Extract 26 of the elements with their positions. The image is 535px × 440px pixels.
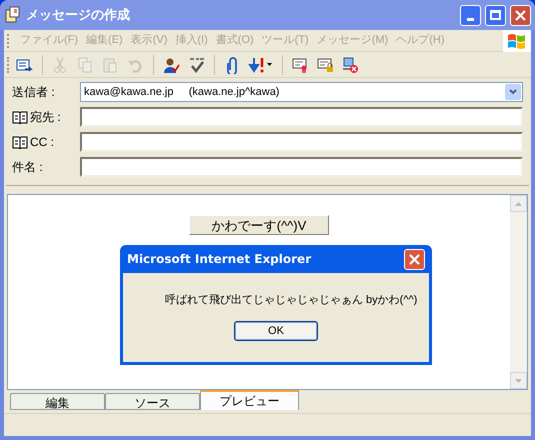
compose-icon bbox=[4, 6, 22, 24]
address-book-icon[interactable] bbox=[12, 110, 28, 124]
close-button[interactable] bbox=[510, 4, 531, 26]
field-label: 件名 : bbox=[12, 159, 43, 176]
input-field[interactable] bbox=[80, 107, 523, 127]
minimize-button[interactable] bbox=[460, 4, 481, 26]
windows-logo-icon bbox=[503, 30, 531, 52]
field-label: 宛先 : bbox=[30, 109, 61, 126]
field-label: CC : bbox=[30, 134, 54, 151]
dialog-title: Microsoft Internet Explorer bbox=[127, 251, 312, 268]
maximize-button[interactable] bbox=[485, 4, 506, 26]
input-field[interactable] bbox=[80, 132, 523, 152]
ok-button[interactable]: OK bbox=[234, 321, 318, 341]
view-tab[interactable]: ソース bbox=[105, 393, 200, 410]
field-label: 送信者 : bbox=[12, 84, 55, 101]
close-button[interactable] bbox=[404, 248, 425, 270]
input-field[interactable] bbox=[80, 157, 523, 177]
view-tab[interactable]: プレビュー bbox=[200, 390, 299, 410]
address-book-icon[interactable] bbox=[12, 135, 28, 149]
close-icon bbox=[409, 254, 420, 264]
view-tab[interactable]: 編集 bbox=[10, 393, 105, 410]
dialog-message: 呼ばれて飛び出てじゃじゃじゃじゃぁん byかわ(^^) bbox=[165, 292, 418, 308]
sender-dropdown[interactable]: kawa@kawa.ne.jp (kawa.ne.jp^kawa) bbox=[80, 82, 523, 102]
window-title: メッセージの作成 bbox=[26, 6, 131, 24]
page-button[interactable]: かわでーす(^^)V bbox=[188, 215, 330, 235]
close-icon bbox=[515, 10, 526, 20]
